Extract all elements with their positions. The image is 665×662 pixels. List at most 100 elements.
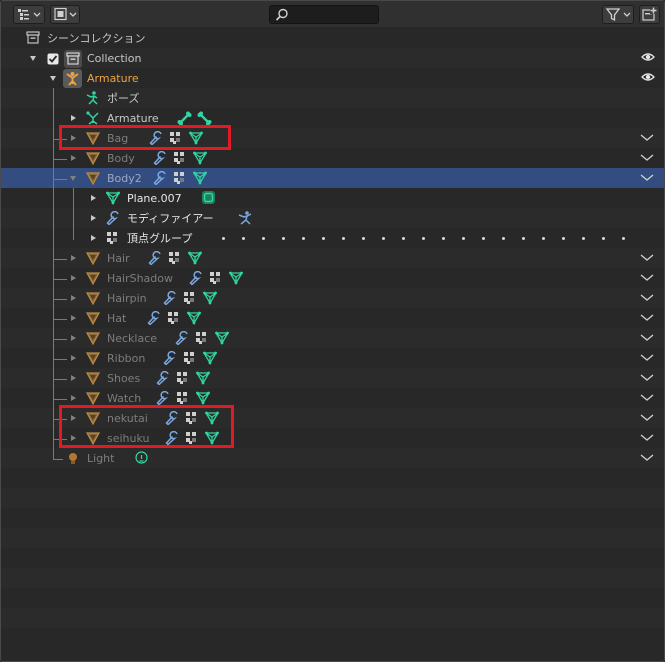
mesh-data-icon[interactable] bbox=[187, 311, 201, 325]
expand-toggle[interactable] bbox=[71, 335, 76, 341]
chevron-down-icon[interactable] bbox=[640, 294, 654, 302]
mesh-data-icon[interactable] bbox=[188, 251, 202, 265]
expand-toggle[interactable] bbox=[71, 255, 76, 261]
vertex-group-dot[interactable] bbox=[462, 237, 465, 240]
chevron-down-icon[interactable] bbox=[640, 274, 654, 282]
new-collection-button[interactable] bbox=[639, 5, 660, 24]
expand-toggle[interactable] bbox=[91, 215, 96, 221]
armature-modifier-icon[interactable] bbox=[237, 210, 253, 226]
light-data-icon[interactable] bbox=[134, 451, 149, 466]
vertex-group-dot[interactable] bbox=[422, 237, 425, 240]
tree-row-body[interactable] bbox=[1, 148, 664, 168]
expand-toggle[interactable] bbox=[91, 235, 96, 241]
tree-row-ribbon[interactable] bbox=[1, 348, 664, 368]
wrench-icon[interactable] bbox=[153, 171, 167, 185]
chevron-down-icon[interactable] bbox=[640, 394, 654, 402]
expand-toggle[interactable] bbox=[71, 115, 76, 121]
mesh-data-icon[interactable] bbox=[193, 171, 207, 185]
chevron-down-icon[interactable] bbox=[640, 314, 654, 322]
chevron-down-icon[interactable] bbox=[640, 154, 654, 162]
vertex-group-dot[interactable] bbox=[222, 237, 225, 240]
tree-row-necklace[interactable] bbox=[1, 328, 664, 348]
chevron-down-icon[interactable] bbox=[640, 334, 654, 342]
wrench-icon[interactable] bbox=[175, 331, 189, 345]
wrench-icon[interactable] bbox=[189, 271, 203, 285]
expand-toggle[interactable] bbox=[71, 375, 76, 381]
display-mode-dropdown[interactable] bbox=[13, 5, 45, 24]
chevron-down-icon[interactable] bbox=[640, 414, 654, 422]
expand-toggle[interactable] bbox=[71, 275, 76, 281]
tree-row-plane[interactable] bbox=[1, 188, 664, 208]
mesh-data-icon[interactable] bbox=[203, 351, 217, 365]
vertex-group-dot[interactable] bbox=[602, 237, 605, 240]
chevron-down-icon[interactable] bbox=[640, 374, 654, 382]
vertex-group-dot[interactable] bbox=[362, 237, 365, 240]
eye-icon[interactable] bbox=[641, 72, 655, 82]
vertex-group-dot[interactable] bbox=[242, 237, 245, 240]
vertex-group-dot[interactable] bbox=[262, 237, 265, 240]
vertex-groups-icon[interactable] bbox=[195, 331, 209, 345]
vertex-group-dot[interactable] bbox=[542, 237, 545, 240]
tree-row-modifiers[interactable] bbox=[1, 208, 664, 228]
filter-popover-button[interactable] bbox=[602, 5, 634, 24]
vertex-group-dot[interactable] bbox=[322, 237, 325, 240]
expand-toggle[interactable] bbox=[71, 295, 76, 301]
expand-toggle[interactable] bbox=[71, 395, 76, 401]
bone-icon[interactable] bbox=[197, 111, 212, 126]
tree-row-hair[interactable] bbox=[1, 248, 664, 268]
tree-row-body2[interactable] bbox=[1, 168, 664, 188]
expand-toggle[interactable] bbox=[71, 155, 76, 161]
checkbox-icon[interactable] bbox=[47, 53, 59, 65]
chevron-down-icon[interactable] bbox=[640, 254, 654, 262]
vertex-group-dot[interactable] bbox=[382, 237, 385, 240]
vertex-group-dot[interactable] bbox=[522, 237, 525, 240]
wrench-icon[interactable] bbox=[147, 311, 161, 325]
mesh-data-icon[interactable] bbox=[193, 151, 207, 165]
chevron-down-icon[interactable] bbox=[640, 454, 654, 462]
chevron-down-icon[interactable] bbox=[640, 174, 654, 182]
wrench-icon[interactable] bbox=[156, 371, 170, 385]
chevron-down-icon[interactable] bbox=[640, 354, 654, 362]
vertex-groups-icon[interactable] bbox=[168, 251, 182, 265]
vertex-groups-icon[interactable] bbox=[183, 291, 197, 305]
tree-row-shoes[interactable] bbox=[1, 368, 664, 388]
vertex-groups-icon[interactable] bbox=[183, 351, 197, 365]
vertex-group-dot[interactable] bbox=[622, 237, 625, 240]
wrench-icon[interactable] bbox=[156, 391, 170, 405]
vertex-groups-icon[interactable] bbox=[173, 171, 187, 185]
wrench-icon[interactable] bbox=[148, 251, 162, 265]
vertex-group-dot[interactable] bbox=[442, 237, 445, 240]
vertex-group-dot[interactable] bbox=[502, 237, 505, 240]
vertex-groups-icon[interactable] bbox=[173, 151, 187, 165]
mesh-data-icon[interactable] bbox=[215, 331, 229, 345]
mesh-data-icon[interactable] bbox=[196, 371, 210, 385]
vertex-group-dot[interactable] bbox=[562, 237, 565, 240]
vertex-groups-icon[interactable] bbox=[176, 371, 190, 385]
view-filter-dropdown[interactable] bbox=[50, 5, 80, 24]
vertex-group-dot[interactable] bbox=[342, 237, 345, 240]
chevron-down-icon[interactable] bbox=[640, 134, 654, 142]
wrench-icon[interactable] bbox=[153, 151, 167, 165]
chevron-down-icon[interactable] bbox=[640, 434, 654, 442]
vertex-groups-icon[interactable] bbox=[167, 311, 181, 325]
expand-toggle[interactable] bbox=[50, 76, 56, 81]
vertex-group-dot[interactable] bbox=[402, 237, 405, 240]
vertex-group-dot[interactable] bbox=[582, 237, 585, 240]
search-input[interactable] bbox=[269, 5, 379, 24]
tree-row-hairshadow[interactable] bbox=[1, 268, 664, 288]
vertex-groups-icon[interactable] bbox=[209, 271, 223, 285]
vertex-group-dot[interactable] bbox=[282, 237, 285, 240]
eye-icon[interactable] bbox=[641, 52, 655, 62]
mesh-data-icon[interactable] bbox=[203, 291, 217, 305]
mesh-data-icon[interactable] bbox=[196, 391, 210, 405]
mesh-data-icon[interactable] bbox=[229, 271, 243, 285]
expand-toggle[interactable] bbox=[70, 176, 76, 181]
vertex-groups-icon[interactable] bbox=[176, 391, 190, 405]
vertex-group-dot[interactable] bbox=[482, 237, 485, 240]
tree-row-hairpin[interactable] bbox=[1, 288, 664, 308]
expand-toggle[interactable] bbox=[91, 195, 96, 201]
wrench-icon[interactable] bbox=[163, 291, 177, 305]
wrench-icon[interactable] bbox=[163, 351, 177, 365]
material-slot-icon[interactable] bbox=[201, 190, 216, 205]
bone-icon[interactable] bbox=[177, 111, 192, 126]
